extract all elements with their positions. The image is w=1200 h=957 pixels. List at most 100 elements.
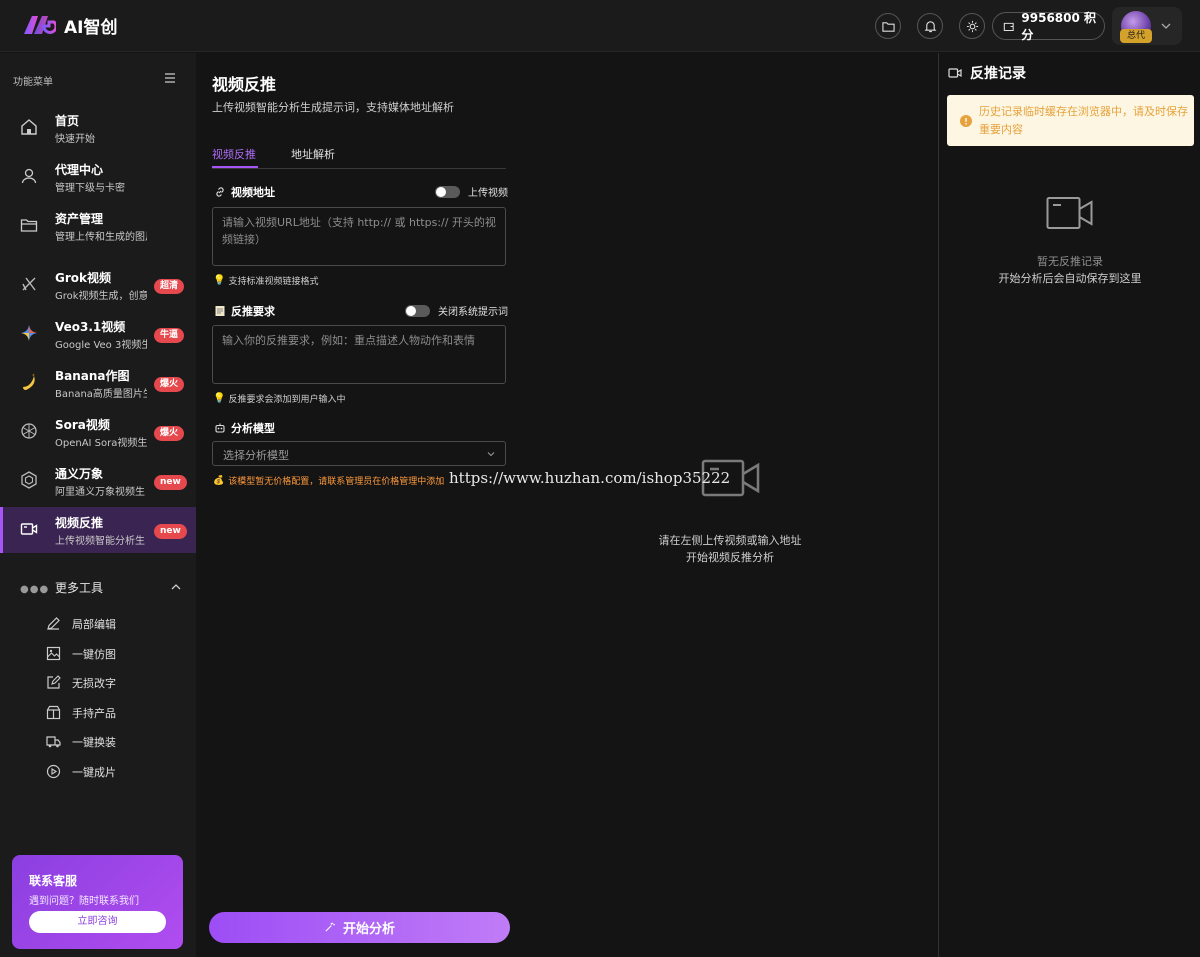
sidebar-item-veo[interactable]: Veo3.1视频 Google Veo 3视频生 牛逼 — [0, 311, 196, 357]
sidebar-item-sora[interactable]: Sora视频 OpenAI Sora视频生成 爆火 — [0, 409, 196, 455]
history-cache-alert-text: 历史记录临时缓存在浏览器中，请及时保存重要内容 — [979, 105, 1188, 136]
model-select[interactable]: 选择分析模型 — [212, 441, 506, 466]
dots-icon: ●●● — [20, 584, 50, 595]
history-title: 反推记录 — [948, 63, 1026, 83]
requirement-label-text: 反推要求 — [231, 305, 275, 318]
chevron-up-icon — [171, 584, 181, 590]
sidebar-item-title: Grok视频 — [55, 271, 111, 285]
truck-icon — [46, 736, 61, 748]
edit-icon — [47, 675, 61, 689]
badge: new — [154, 524, 187, 539]
more-tools-toggle[interactable]: ●●● 更多工具 — [20, 577, 181, 597]
sidebar-item-title: Sora视频 — [55, 418, 110, 432]
sidebar-item-title: 视频反推 — [55, 516, 104, 530]
pencil-icon — [47, 617, 60, 630]
support-card: 联系客服 遇到问题？随时联系我们 立即咨询 — [12, 855, 183, 949]
video-camera-icon — [948, 68, 962, 78]
requirement-label: 反推要求 — [214, 303, 275, 319]
tab-bar: 视频反推 地址解析 — [212, 144, 506, 169]
history-empty-title: 暂无反推记录 — [1037, 255, 1103, 268]
logo-icon — [24, 16, 56, 34]
page-subtitle: 上传视频智能分析生成提示词，支持媒体地址解析 — [212, 101, 454, 114]
gemini-star-icon — [21, 325, 37, 341]
video-url-input[interactable] — [212, 207, 506, 266]
requirement-hint: 💡 反推要求会添加到用户输入中 — [213, 392, 345, 405]
start-analysis-label: 开始分析 — [342, 922, 395, 937]
sidebar-item-title: 资产管理 — [55, 212, 104, 226]
tool-label: 无损改字 — [72, 677, 116, 690]
tool-label: 一键仿图 — [72, 648, 116, 661]
model-warning-text: 该模型暂无价格配置，请联系管理员在价格管理中添加 — [228, 477, 445, 487]
consult-button[interactable]: 立即咨询 — [29, 911, 166, 933]
empty-state-line1: 请在左侧上传视频或输入地址 — [658, 534, 802, 547]
user-menu[interactable]: 总代 — [1112, 7, 1182, 45]
video-url-hint: 💡 支持标准视频链接格式 — [213, 274, 318, 287]
history-cache-alert: 历史记录临时缓存在浏览器中，请及时保存重要内容 — [947, 95, 1194, 146]
tab-video-reverse[interactable]: 视频反推 — [212, 146, 256, 162]
sidebar-item-sub: Google Veo 3视频生 — [55, 340, 147, 351]
app-name: AI智创 — [64, 17, 118, 38]
start-analysis-button[interactable]: 开始分析 — [209, 912, 510, 943]
tool-label: 一键换装 — [72, 736, 116, 749]
play-circle-icon — [46, 764, 61, 779]
sidebar-item-title: 代理中心 — [55, 163, 104, 177]
points-balance[interactable]: 9956800 积分 — [992, 11, 1105, 42]
video-camera-icon — [20, 523, 38, 535]
tool-label: 一键成片 — [72, 766, 116, 779]
sidebar-item-sub: 管理下级与卡密 — [55, 183, 125, 194]
system-prompt-switch[interactable] — [405, 304, 430, 317]
page-title: 视频反推 — [212, 75, 277, 94]
requirement-input[interactable] — [212, 325, 506, 384]
magic-wand-icon — [325, 922, 335, 932]
upload-video-switch[interactable] — [435, 185, 460, 198]
sidebar-item-home[interactable]: 首页 快速开始 — [0, 105, 196, 151]
requirement-hint-text: 反推要求会添加到用户输入中 — [228, 395, 346, 405]
top-header: AI智创 9956800 积分 总代 — [0, 0, 1200, 52]
sidebar-item-sub: 阿里通义万象视频生 — [55, 487, 145, 498]
sidebar-item-assets[interactable]: 资产管理 管理上传和生成的图片 — [0, 203, 196, 249]
more-tools-title: 更多工具 — [55, 581, 104, 595]
tab-address-parse[interactable]: 地址解析 — [291, 146, 335, 162]
theme-toggle-button[interactable] — [959, 13, 985, 39]
model-select-placeholder: 选择分析模型 — [223, 449, 289, 462]
sidebar-item-sub: 快速开始 — [55, 134, 95, 145]
menu-collapse-icon[interactable] — [164, 73, 176, 83]
chevron-down-icon — [1161, 23, 1171, 29]
folder-button[interactable] — [875, 13, 901, 39]
sidebar-item-sub: Grok视频生成，创意 — [55, 291, 147, 302]
model-warning: 💰 该模型暂无价格配置，请联系管理员在价格管理中添加 — [213, 474, 445, 488]
badge: 爆火 — [154, 377, 185, 392]
app-logo[interactable]: AI智创 — [22, 12, 117, 38]
folder-icon — [881, 21, 895, 32]
notification-button[interactable] — [917, 13, 943, 39]
active-tab-indicator — [212, 166, 258, 168]
menu-title: 功能菜单 — [13, 77, 53, 88]
sidebar-item-grok[interactable]: Grok视频 Grok视频生成，创意 超清 — [0, 262, 196, 308]
sidebar-item-sub: 管理上传和生成的图片 — [55, 232, 147, 243]
tool-label: 手持产品 — [72, 707, 116, 720]
tool-label: 局部编辑 — [72, 618, 116, 631]
role-badge: 总代 — [1120, 29, 1152, 43]
upload-video-toggle[interactable]: 上传视频 — [435, 184, 508, 199]
watermark-text: https://www.huzhan.com/ishop35222 — [449, 469, 731, 487]
sidebar-item-banana[interactable]: Banana作图 Banana高质量图片生 爆火 — [0, 360, 196, 406]
wallet-icon — [1003, 22, 1014, 31]
history-title-text: 反推记录 — [970, 66, 1026, 82]
folder-open-icon — [20, 219, 38, 232]
sidebar-item-video-reverse[interactable]: 视频反推 上传视频智能分析生 new — [0, 507, 196, 553]
image-icon — [46, 646, 61, 661]
empty-state-line2: 开始视频反推分析 — [686, 551, 774, 564]
system-prompt-toggle[interactable]: 关闭系统提示词 — [405, 303, 508, 318]
video-url-hint-text: 支持标准视频链接格式 — [228, 277, 319, 287]
sidebar-item-agent[interactable]: 代理中心 管理下级与卡密 — [0, 154, 196, 200]
gift-box-icon — [46, 705, 61, 720]
lightbulb-icon: 💡 — [213, 393, 226, 404]
support-subtitle: 遇到问题？随时联系我们 — [29, 896, 139, 907]
model-label: 分析模型 — [214, 420, 275, 436]
warning-icon — [960, 115, 972, 127]
bell-icon — [924, 20, 936, 32]
grok-icon — [22, 277, 36, 291]
video-url-label-text: 视频地址 — [231, 186, 275, 199]
badge: 牛逼 — [154, 328, 185, 343]
sidebar-item-tongyi[interactable]: 通义万象 阿里通义万象视频生 new — [0, 458, 196, 504]
